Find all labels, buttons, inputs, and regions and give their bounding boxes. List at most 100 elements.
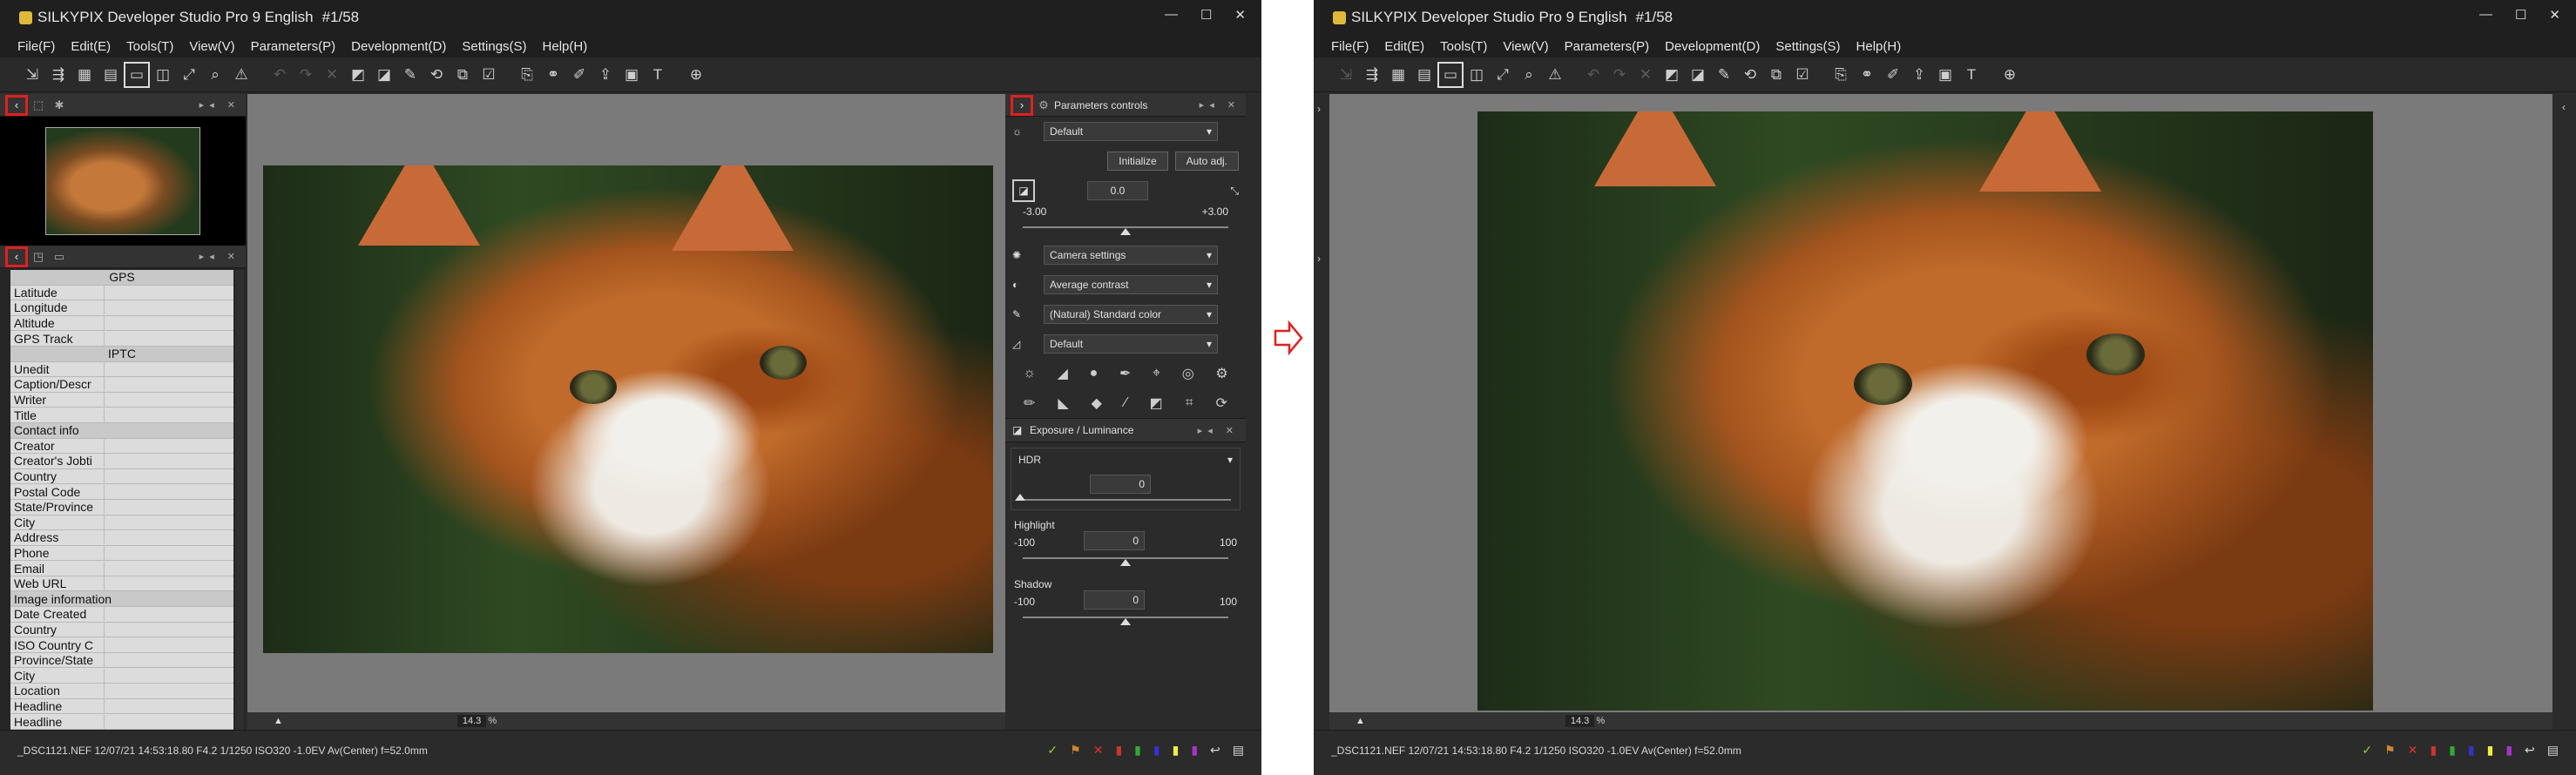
zoom-slider-icon[interactable]: ▲ — [1356, 716, 1365, 726]
expand-left-panel-button[interactable]: › — [1317, 103, 1321, 115]
revert-icon[interactable]: ↩ — [1210, 743, 1220, 758]
zoom-value[interactable]: 14.3 — [1565, 715, 1595, 727]
transform-icon[interactable]: ⟳ — [1216, 394, 1227, 412]
label-purple-icon[interactable]: ▮ — [1191, 743, 1198, 758]
text-icon[interactable]: T — [645, 62, 671, 88]
batch-develop-icon[interactable]: ⇶ — [1359, 62, 1385, 88]
menu-help[interactable]: Help(H) — [1856, 39, 1902, 54]
panel-menu-close-icon[interactable]: ▸◂ ✕ — [199, 99, 240, 111]
gear-group-icon[interactable]: ⚙ — [1215, 365, 1227, 382]
exposure-slider[interactable]: -3.00 +3.00 — [1014, 206, 1237, 240]
stamp-icon[interactable]: ⎘ — [514, 62, 540, 88]
menu-development[interactable]: Development(D) — [1665, 39, 1760, 54]
info-row[interactable]: Address — [10, 530, 233, 546]
info-scrollbar[interactable] — [235, 270, 244, 730]
flag-icon[interactable]: ⚑ — [2384, 743, 2396, 758]
collapse-info-panel-button[interactable]: ‹ — [5, 246, 28, 267]
exposure-expand-icon[interactable]: ⤡ — [1230, 185, 1239, 198]
sphere-icon[interactable]: ● — [1090, 366, 1099, 381]
sun-icon[interactable]: ☼ — [1023, 366, 1036, 381]
exposure-icon[interactable]: ◪ — [1012, 179, 1035, 202]
exposure-value[interactable]: 0.0 — [1087, 181, 1148, 200]
initialize-button[interactable]: Initialize — [1107, 152, 1168, 171]
navigator-preview[interactable] — [0, 117, 246, 246]
brush-tool-icon[interactable]: ✏ — [1024, 394, 1035, 412]
fish-icon[interactable]: ◆ — [1092, 394, 1102, 412]
auto-adjust-button[interactable]: Auto adj. — [1174, 152, 1239, 171]
pen-icon[interactable]: ✐ — [1880, 62, 1906, 88]
exposure-section-menu-icon[interactable]: ▸◂ ✕ — [1198, 425, 1239, 436]
camera-tab-icon[interactable]: ◳ — [28, 250, 49, 264]
white-balance-select[interactable]: Camera settings ▾ — [1044, 246, 1218, 265]
reject-icon[interactable]: ✕ — [319, 62, 345, 88]
single-view-icon[interactable]: ▭ — [1437, 61, 1464, 88]
info-row[interactable]: City — [10, 515, 233, 531]
warning-icon[interactable]: ⚠ — [228, 62, 254, 88]
menu-edit[interactable]: Edit(E) — [1384, 39, 1424, 54]
maximize-button[interactable]: ☐ — [1200, 7, 1212, 23]
curve-icon[interactable]: ◢ — [1058, 365, 1068, 382]
cat-photo[interactable] — [263, 165, 993, 653]
cat-photo[interactable] — [1477, 111, 2373, 711]
warning-icon[interactable]: ⚠ — [1542, 62, 1568, 88]
info-row[interactable]: Province/State — [10, 652, 233, 669]
reject-icon[interactable]: ✕ — [1633, 62, 1659, 88]
label-purple-icon[interactable]: ▮ — [2505, 743, 2512, 758]
eyedropper-icon[interactable]: ◪ — [1685, 62, 1711, 88]
stamp-icon[interactable]: ⎘ — [1828, 62, 1854, 88]
spot-icon[interactable]: ⚭ — [1854, 62, 1880, 88]
develop-icon[interactable]: ⇲ — [1333, 62, 1359, 88]
label-green-icon[interactable]: ▮ — [2449, 743, 2456, 758]
ok-mark-icon[interactable]: ✓ — [2362, 743, 2372, 758]
text-icon[interactable]: T — [1958, 62, 1984, 88]
expand-right-panel-button[interactable]: ‹ — [2562, 101, 2566, 113]
menu-file[interactable]: File(F) — [17, 39, 55, 54]
lens-icon[interactable]: ◎ — [1182, 365, 1194, 382]
expand-info-panel-button[interactable]: › — [1317, 253, 1321, 265]
pen-tool-icon[interactable]: ✒ — [1119, 365, 1131, 382]
brush-icon[interactable]: ✎ — [1711, 62, 1737, 88]
eyedropper-icon[interactable]: ◪ — [371, 62, 397, 88]
grid-view-icon[interactable]: ▦ — [1385, 62, 1411, 88]
layers-icon[interactable]: ◩ — [1149, 394, 1162, 412]
pin-icon[interactable]: ✱ — [49, 98, 70, 112]
info-row[interactable]: Longitude — [10, 300, 233, 316]
info-row[interactable]: State/Province — [10, 499, 233, 516]
monitor-icon[interactable]: ▣ — [619, 62, 645, 88]
search-zoom-icon[interactable]: ⊕ — [1997, 62, 2023, 88]
info-row[interactable]: Title — [10, 408, 233, 423]
label-blue-icon[interactable]: ▮ — [2468, 743, 2475, 758]
label-red-icon[interactable]: ▮ — [1115, 743, 1122, 758]
undo-icon[interactable]: ↶ — [267, 62, 293, 88]
info-row[interactable]: Country — [10, 468, 233, 485]
hdr-select[interactable]: HDR ▾ — [1011, 448, 1240, 471]
label-yellow-icon[interactable]: ▮ — [2487, 743, 2494, 758]
menu-file[interactable]: File(F) — [1331, 39, 1369, 54]
info-row[interactable]: City — [10, 668, 233, 684]
revert-icon[interactable]: ↩ — [2525, 743, 2535, 758]
reject-mark-icon[interactable]: ✕ — [2408, 743, 2418, 758]
film-strip-icon[interactable]: ▤ — [1411, 62, 1437, 88]
taste-select[interactable]: Default ▾ — [1044, 122, 1218, 141]
info-row[interactable]: Date Created — [10, 607, 233, 623]
compare-view-icon[interactable]: ◫ — [1464, 62, 1490, 88]
sharpness-select[interactable]: Default ▾ — [1044, 334, 1218, 354]
menu-edit[interactable]: Edit(E) — [71, 39, 111, 54]
develop-icon[interactable]: ⇲ — [19, 62, 45, 88]
info-panel-menu-close-icon[interactable]: ▸◂ ✕ — [199, 251, 240, 262]
info-row[interactable]: Creator's Jobti — [10, 454, 233, 469]
info-row[interactable]: Creator — [10, 438, 233, 455]
maximize-button[interactable]: ☐ — [2515, 7, 2526, 23]
monitor-icon[interactable]: ▣ — [1932, 62, 1958, 88]
tone-select[interactable]: Average contrast ▾ — [1044, 275, 1218, 294]
reject-mark-icon[interactable]: ✕ — [1093, 743, 1104, 758]
info-row[interactable]: Email — [10, 561, 233, 576]
highlight-slider[interactable]: -100 0 100 — [1014, 531, 1237, 566]
film-strip-icon[interactable]: ▤ — [98, 62, 124, 88]
rotate-icon[interactable]: ⟲ — [423, 62, 450, 88]
batch-develop-icon[interactable]: ⇶ — [45, 62, 71, 88]
trash-icon[interactable]: ▤ — [2547, 743, 2559, 758]
fullscreen-icon[interactable]: ⤢ — [176, 62, 202, 88]
shadow-slider[interactable]: -100 0 100 — [1014, 590, 1237, 625]
menu-tools[interactable]: Tools(T) — [126, 39, 173, 54]
